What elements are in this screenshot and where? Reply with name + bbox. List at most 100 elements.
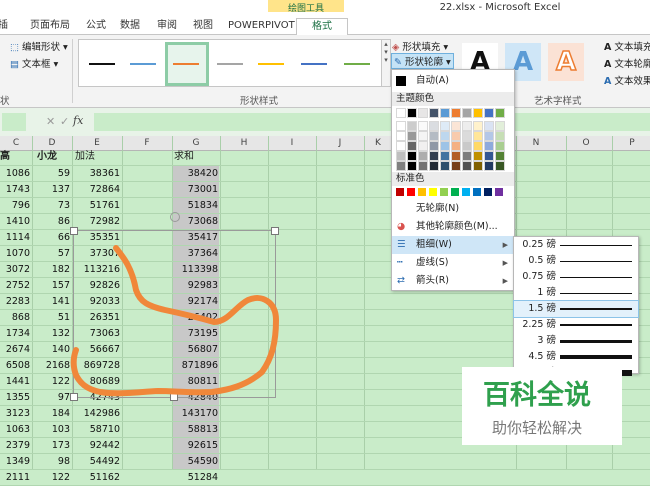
menu-dashes[interactable]: ┅ 虚线(S) ▶ [392, 254, 514, 272]
standard-color-swatch[interactable] [462, 188, 470, 196]
theme-color-swatch[interactable] [473, 121, 483, 131]
theme-color-swatch[interactable] [484, 131, 494, 141]
theme-color-swatch[interactable] [495, 131, 505, 141]
weight-label: 2.25 磅 [522, 319, 556, 330]
menu-more-colors[interactable]: ◕ 其他轮廓颜色(M)... [392, 218, 514, 236]
weight-label: 1.5 磅 [528, 303, 556, 314]
theme-color-swatch[interactable] [473, 161, 483, 171]
theme-color-swatch[interactable] [495, 121, 505, 131]
weight-label: 0.75 磅 [522, 271, 556, 282]
theme-color-swatch[interactable] [407, 151, 417, 161]
weight-line-preview [560, 308, 632, 310]
theme-color-swatch[interactable] [418, 141, 428, 151]
black-swatch [396, 76, 406, 86]
table-cell[interactable]: 122 [32, 470, 70, 486]
standard-color-swatch[interactable] [484, 188, 492, 196]
theme-color-swatch[interactable] [495, 108, 505, 118]
theme-color-swatch[interactable] [484, 121, 494, 131]
table-cell[interactable]: 2111 [0, 470, 30, 486]
weight-option[interactable]: 1 磅 [514, 285, 638, 301]
theme-color-swatch[interactable] [396, 131, 406, 141]
theme-color-swatch[interactable] [451, 131, 461, 141]
theme-color-swatch[interactable] [396, 151, 406, 161]
weight-option[interactable]: 1.5 磅 [513, 300, 639, 318]
theme-color-swatch[interactable] [484, 141, 494, 151]
theme-color-swatch[interactable] [396, 141, 406, 151]
theme-color-swatch[interactable] [418, 108, 428, 118]
theme-color-swatch[interactable] [440, 121, 450, 131]
theme-color-swatch[interactable] [429, 131, 439, 141]
weight-option[interactable]: 0.5 磅 [514, 253, 638, 269]
standard-color-swatch[interactable] [418, 188, 426, 196]
theme-color-swatch[interactable] [451, 121, 461, 131]
theme-color-swatch[interactable] [484, 108, 494, 118]
menu-arrows[interactable]: ⇄ 箭头(R) ▶ [392, 272, 514, 290]
theme-color-swatch[interactable] [495, 161, 505, 171]
standard-color-swatch[interactable] [407, 188, 415, 196]
menu-weight[interactable]: ☰ 粗细(W) ▶ [392, 236, 514, 254]
theme-color-swatch[interactable] [462, 151, 472, 161]
theme-color-swatch[interactable] [473, 108, 483, 118]
theme-color-swatch[interactable] [407, 131, 417, 141]
weight-label: 3 磅 [537, 335, 556, 346]
standard-color-swatch[interactable] [429, 188, 437, 196]
weight-option[interactable]: 0.75 磅 [514, 269, 638, 285]
theme-color-swatch[interactable] [495, 151, 505, 161]
weight-option[interactable]: 4.5 磅 [514, 349, 638, 365]
weight-option[interactable]: 3 磅 [514, 333, 638, 349]
theme-color-swatch[interactable] [429, 141, 439, 151]
theme-color-swatch[interactable] [418, 121, 428, 131]
theme-color-swatch[interactable] [440, 161, 450, 171]
standard-color-swatch[interactable] [451, 188, 459, 196]
theme-color-swatch[interactable] [462, 121, 472, 131]
theme-color-swatch[interactable] [484, 151, 494, 161]
theme-color-swatch[interactable] [473, 151, 483, 161]
standard-color-swatch[interactable] [495, 188, 503, 196]
theme-color-swatch[interactable] [407, 141, 417, 151]
theme-color-swatch[interactable] [495, 141, 505, 151]
watermark-title: 百科全说 [483, 380, 591, 411]
weight-option[interactable]: 2.25 磅 [514, 317, 638, 333]
theme-color-swatch[interactable] [429, 108, 439, 118]
theme-color-swatch[interactable] [462, 131, 472, 141]
table-cell[interactable]: 51162 [72, 470, 120, 486]
theme-color-swatch[interactable] [451, 141, 461, 151]
theme-color-swatch[interactable] [440, 131, 450, 141]
theme-color-swatch[interactable] [407, 108, 417, 118]
theme-color-swatch[interactable] [429, 161, 439, 171]
weight-line-preview [560, 277, 632, 278]
weight-line-preview [560, 340, 632, 343]
theme-color-swatch[interactable] [440, 108, 450, 118]
theme-color-swatch[interactable] [418, 161, 428, 171]
menu-no-outline[interactable]: 无轮廓(N) [392, 200, 514, 218]
theme-color-swatch[interactable] [440, 151, 450, 161]
theme-color-swatch[interactable] [473, 141, 483, 151]
standard-color-swatch[interactable] [440, 188, 448, 196]
theme-color-swatch[interactable] [473, 131, 483, 141]
theme-color-swatch[interactable] [462, 108, 472, 118]
theme-color-swatch[interactable] [462, 161, 472, 171]
theme-color-swatch[interactable] [407, 121, 417, 131]
theme-color-swatch[interactable] [396, 108, 406, 118]
theme-color-swatch[interactable] [396, 121, 406, 131]
theme-color-swatch[interactable] [451, 151, 461, 161]
theme-color-swatch[interactable] [484, 161, 494, 171]
theme-color-swatch[interactable] [440, 141, 450, 151]
theme-color-swatch[interactable] [451, 108, 461, 118]
theme-color-swatch[interactable] [462, 141, 472, 151]
table-cell[interactable]: 51284 [172, 470, 218, 486]
outline-dropdown: 自动(A) 主题颜色 标准色 无轮廓(N) ◕ 其他轮廓颜色(M)... ☰ 粗… [391, 69, 515, 291]
weight-option[interactable]: 0.25 磅 [514, 237, 638, 253]
standard-color-swatch[interactable] [396, 188, 404, 196]
theme-color-swatch[interactable] [418, 151, 428, 161]
theme-color-swatch[interactable] [396, 161, 406, 171]
theme-color-swatch[interactable] [418, 131, 428, 141]
standard-color-swatch[interactable] [473, 188, 481, 196]
theme-color-swatch[interactable] [429, 121, 439, 131]
theme-color-swatch[interactable] [451, 161, 461, 171]
watermark: 百科全说 助你轻松解决 [462, 367, 622, 445]
menu-auto[interactable]: 自动(A) [392, 72, 514, 90]
theme-color-swatch[interactable] [429, 151, 439, 161]
theme-color-swatch[interactable] [407, 161, 417, 171]
dash-icon: ┅ [397, 257, 403, 268]
